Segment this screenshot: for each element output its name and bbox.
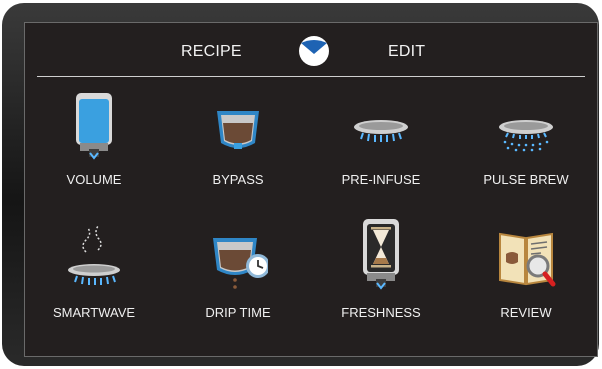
volume-icon [76, 93, 112, 160]
edit-tab[interactable]: EDIT [388, 43, 425, 61]
smartwave-icon [68, 225, 120, 285]
header-divider [37, 76, 585, 77]
tile-label: DRIP TIME [205, 305, 271, 320]
tile-label: PULSE BREW [483, 172, 569, 187]
tile-volume[interactable]: VOLUME [29, 91, 159, 191]
mode-toggle-icon[interactable] [297, 34, 331, 68]
tile-smartwave[interactable]: SMARTWAVE [29, 224, 159, 324]
tile-freshness[interactable]: FRESHNESS [316, 217, 446, 320]
tile-bypass[interactable]: BYPASS [173, 91, 303, 191]
pre-infuse-icon [354, 120, 408, 142]
tile-label: SMARTWAVE [52, 305, 136, 320]
recipe-tab[interactable]: RECIPE [181, 43, 242, 61]
review-icon [499, 232, 556, 287]
bypass-icon [217, 111, 259, 149]
screen: RECIPE EDIT VOLUME BYPASS PRE-INFUSE PUL… [24, 22, 598, 357]
tile-review[interactable]: REVIEW [461, 224, 591, 324]
tile-label: VOLUME [66, 172, 122, 187]
drip-time-icon [213, 238, 268, 289]
tile-label: REVIEW [500, 305, 552, 320]
tile-label: BYPASS [212, 172, 264, 187]
tile-pulse-brew[interactable]: PULSE BREW [461, 91, 591, 191]
tile-drip-time[interactable]: DRIP TIME [173, 224, 303, 324]
pulse-brew-icon [499, 120, 553, 152]
tile-label: PRE-INFUSE [341, 172, 421, 187]
tile-pre-infuse[interactable]: PRE-INFUSE [316, 91, 446, 191]
freshness-icon [363, 219, 399, 290]
header: RECIPE EDIT [25, 23, 597, 75]
tile-label: FRESHNESS [341, 305, 421, 320]
